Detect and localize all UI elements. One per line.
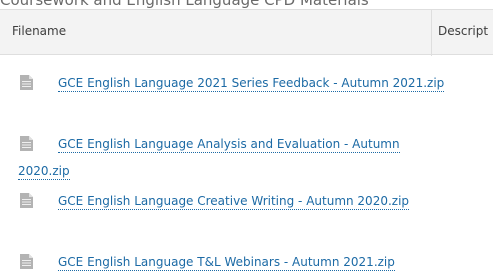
column-divider [431,10,432,56]
column-header-filename[interactable]: Filename [12,24,66,38]
file-icon [20,75,33,90]
file-link-line1[interactable]: GCE English Language Analysis and Evalua… [58,137,400,153]
file-link[interactable]: GCE English Language T&L Webinars - Autu… [58,255,395,271]
file-icon [20,136,33,151]
file-link[interactable]: GCE English Language Creative Writing - … [58,194,410,210]
file-icon [20,193,33,208]
column-header-description[interactable]: Descript [438,24,488,38]
section-heading: Coursework and English Language CPD Mate… [0,0,369,9]
file-link[interactable]: GCE English Language 2021 Series Feedbac… [58,76,445,92]
file-link-line2[interactable]: 2020.zip [18,164,70,180]
files-table-header: Filename Descript [0,9,493,56]
file-icon [20,254,33,269]
